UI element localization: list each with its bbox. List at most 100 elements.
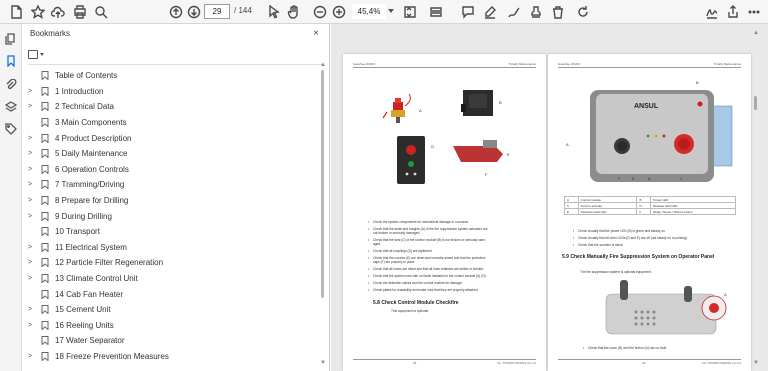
text-line: not broken or seriously damaged.: [373, 231, 421, 235]
hand-tool-icon[interactable]: [286, 4, 302, 20]
bookmark-icon: [41, 274, 49, 284]
close-icon[interactable]: ×: [313, 28, 319, 39]
bookmark-label: 17 Water Separator: [55, 336, 125, 346]
chevron-right-icon[interactable]: >: [28, 275, 36, 282]
doc-scroll-up-arrow[interactable]: ▲: [753, 30, 759, 36]
section-heading: 5.8 Check Control Module Checkfire: [373, 300, 459, 306]
rotate-icon[interactable]: [575, 4, 591, 20]
bookmark-icon: [41, 227, 49, 237]
text-line: Check that the seal (C) of the control m…: [368, 238, 486, 243]
cloud-upload-icon[interactable]: [50, 4, 66, 20]
bookmark-item[interactable]: >9 During Drilling: [22, 208, 318, 224]
attachment-icon[interactable]: [4, 78, 18, 92]
zoom-level-input[interactable]: 45,4%: [352, 4, 386, 19]
bookmark-item[interactable]: 14 Cab Fan Heater: [22, 286, 318, 302]
text-line: Check visually that all other LEDs (D an…: [573, 236, 688, 241]
bookmark-item[interactable]: >7 Tramming/Driving: [22, 177, 318, 193]
bookmark-item[interactable]: >13 Climate Control Unit: [22, 271, 318, 287]
bookmark-label: 3 Main Components: [55, 118, 127, 128]
signature-icon[interactable]: [704, 4, 720, 20]
text-line: Check the detection cables and the contr…: [368, 281, 463, 286]
chevron-right-icon[interactable]: >: [28, 353, 36, 360]
bookmark-icon[interactable]: [4, 54, 18, 68]
header-rule: [353, 67, 536, 68]
footer-rule: [558, 358, 741, 359]
tag-icon[interactable]: [4, 122, 18, 136]
bookmark-item[interactable]: >8 Prepare for Drilling: [22, 193, 318, 209]
page-28: Gassfree 2018.0 5 Daily Maintenance A B …: [343, 54, 546, 371]
bookmark-icon: [41, 118, 49, 128]
zoom-dropdown-icon[interactable]: [388, 9, 394, 13]
bookmark-item[interactable]: >16 Reeling Units: [22, 318, 318, 334]
bookmark-icon: [41, 305, 49, 315]
chevron-right-icon[interactable]: >: [28, 88, 36, 95]
bookmark-label: 4 Product Description: [55, 133, 132, 143]
doc-scroll-down-arrow[interactable]: ▼: [753, 360, 759, 366]
text-line: aged.: [373, 242, 381, 246]
bookmark-icon: [41, 133, 49, 144]
chevron-right-icon[interactable]: >: [28, 306, 36, 313]
bookmark-item[interactable]: >18 Freeze Prevention Measures: [22, 349, 318, 365]
share-icon[interactable]: [725, 4, 741, 20]
document-scrollbar[interactable]: [754, 96, 757, 110]
chevron-right-icon[interactable]: >: [28, 259, 36, 266]
bookmark-item[interactable]: Table of Contents: [22, 68, 318, 84]
chevron-right-icon[interactable]: >: [28, 244, 36, 251]
bookmark-item[interactable]: >12 Particle Filter Regeneration: [22, 255, 318, 271]
bookmark-item[interactable]: >2 Technical Data: [22, 99, 318, 115]
bookmark-icon: [41, 336, 49, 346]
fit-page-icon[interactable]: [402, 4, 418, 20]
home-icon[interactable]: [8, 4, 24, 20]
chevron-right-icon[interactable]: >: [28, 150, 36, 157]
page-number-input[interactable]: 29: [204, 4, 230, 19]
delete-icon[interactable]: [550, 4, 566, 20]
bookmark-item[interactable]: >5 Daily Maintenance: [22, 146, 318, 162]
bookmark-icon: [41, 196, 49, 206]
bookmark-label: 14 Cab Fan Heater: [55, 289, 124, 299]
bookmark-item[interactable]: >4 Product Description: [22, 130, 318, 146]
bookmark-item[interactable]: 10 Transport: [22, 224, 318, 240]
page-thumbnails-icon[interactable]: [4, 32, 18, 46]
layers-icon[interactable]: [4, 100, 18, 114]
bookmark-item[interactable]: >15 Cement Unit: [22, 302, 318, 318]
header-rule: [558, 67, 741, 68]
page-down-icon[interactable]: [186, 4, 202, 20]
bookmark-label: 1 Introduction: [55, 86, 104, 96]
chevron-right-icon[interactable]: >: [28, 103, 36, 110]
bookmark-item[interactable]: 3 Main Components: [22, 115, 318, 131]
scroll-up-arrow[interactable]: ▲: [320, 62, 326, 68]
bookmark-label: 12 Particle Filter Regeneration: [55, 258, 164, 268]
chevron-right-icon[interactable]: >: [28, 322, 36, 329]
bookmark-item[interactable]: >6 Operation Controls: [22, 162, 318, 178]
page-up-icon[interactable]: [168, 4, 184, 20]
bookmarks-scrollbar[interactable]: [321, 70, 324, 298]
star-icon[interactable]: [30, 4, 46, 20]
zoom-in-icon[interactable]: [331, 4, 347, 20]
bookmark-item[interactable]: 17 Water Separator: [22, 333, 318, 349]
chevron-right-icon[interactable]: >: [28, 181, 36, 188]
bookmark-icon: [41, 242, 49, 253]
zoom-out-icon[interactable]: [312, 4, 328, 20]
highlight-pen-icon[interactable]: [482, 4, 498, 20]
text-line: Check that the system runs with no fault…: [368, 274, 487, 279]
chevron-right-icon[interactable]: >: [28, 197, 36, 204]
bookmark-options-button[interactable]: [28, 48, 48, 60]
text-line: Check that all couplings (D) are tighten…: [368, 249, 432, 254]
print-icon[interactable]: [72, 4, 88, 20]
bookmark-icon: [41, 102, 49, 113]
chevron-right-icon[interactable]: >: [28, 213, 36, 220]
bookmark-item[interactable]: >11 Electrical System: [22, 240, 318, 256]
chevron-right-icon[interactable]: >: [28, 135, 36, 142]
comment-icon[interactable]: [460, 4, 476, 20]
section-subtext: The fire suppression system is optional …: [580, 270, 652, 274]
bookmark-item[interactable]: >1 Introduction: [22, 84, 318, 100]
scroll-mode-icon[interactable]: [428, 4, 444, 20]
stamp-icon[interactable]: [528, 4, 544, 20]
chevron-right-icon[interactable]: >: [28, 166, 36, 173]
draw-icon[interactable]: [506, 4, 522, 20]
search-icon[interactable]: [93, 4, 109, 20]
scroll-down-arrow[interactable]: ▼: [320, 360, 326, 366]
select-cursor-icon[interactable]: [266, 4, 282, 20]
document-view[interactable]: Gassfree 2018.0 5 Daily Maintenance A B …: [331, 24, 768, 371]
more-menu-icon[interactable]: [746, 4, 762, 20]
